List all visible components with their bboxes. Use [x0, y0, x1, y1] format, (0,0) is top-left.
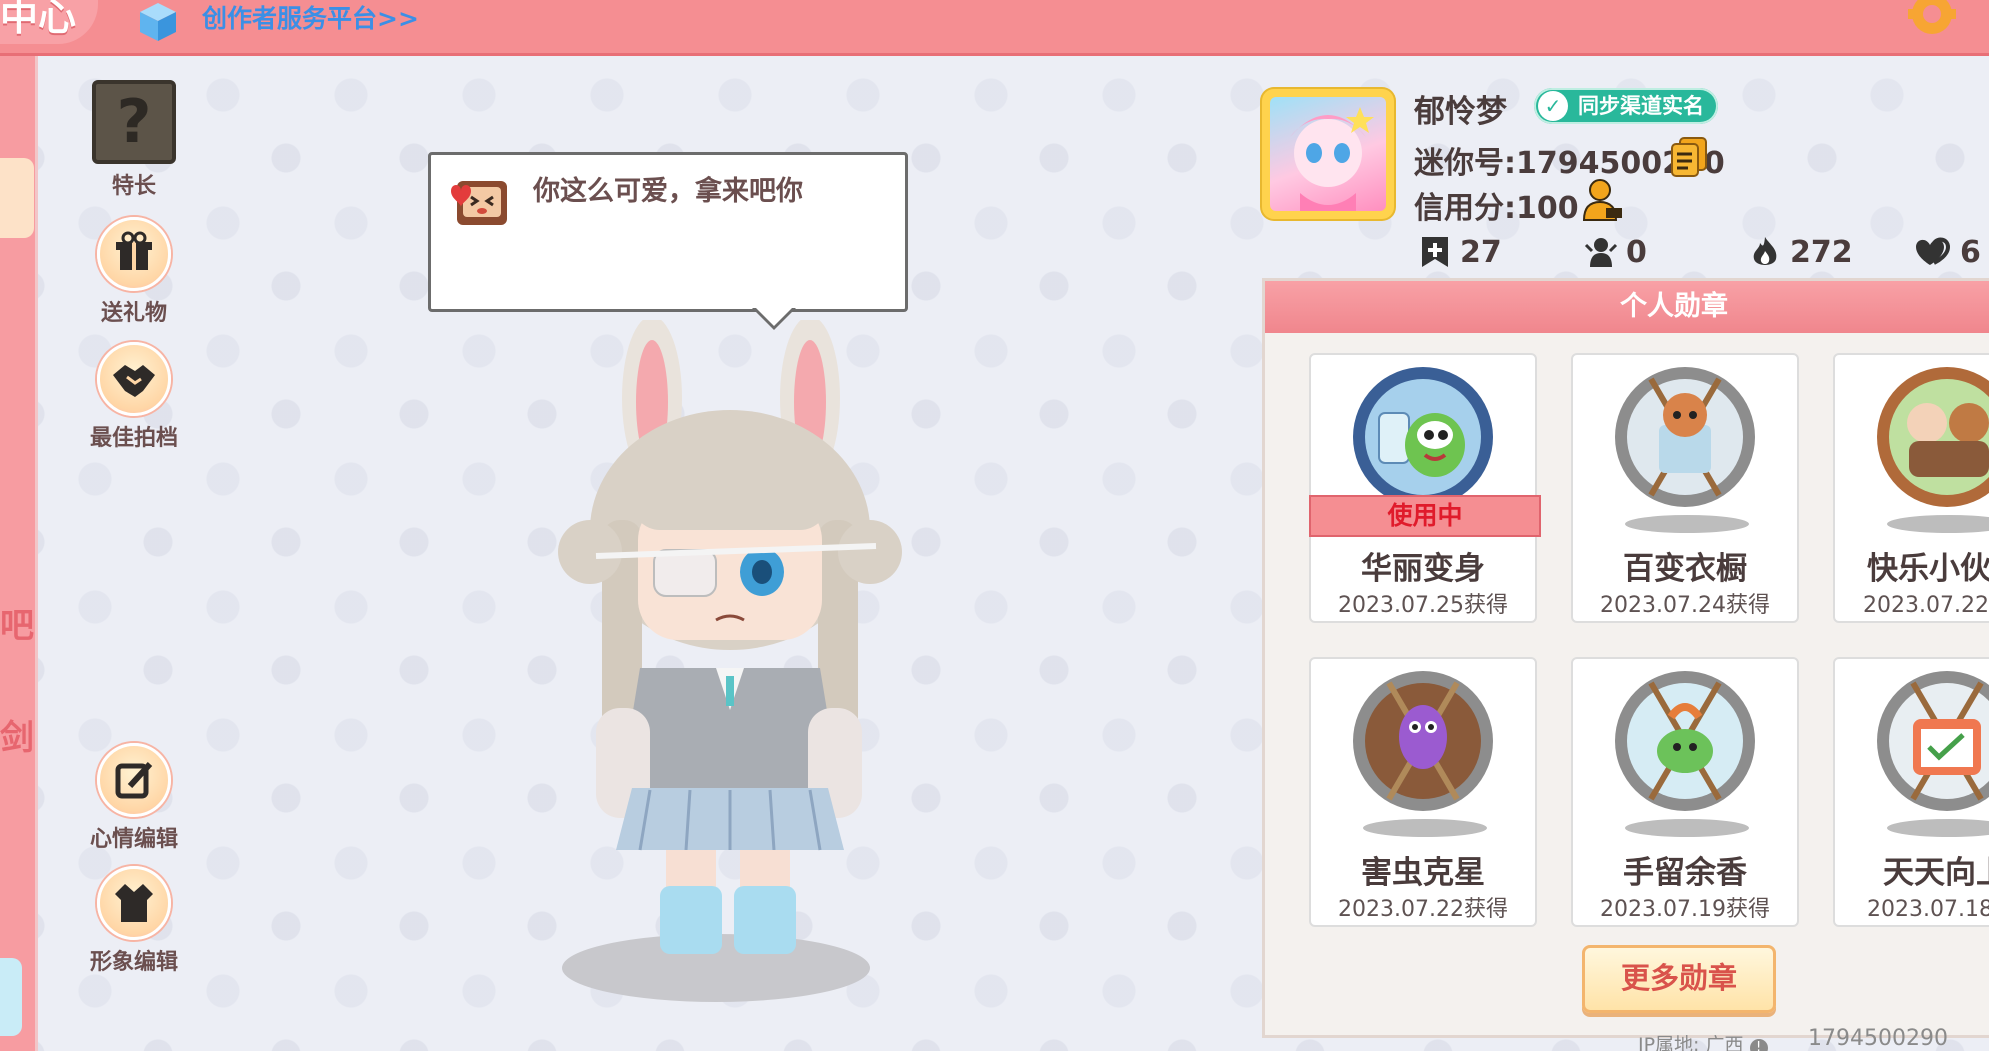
avatar-edit-label: 形象编辑: [89, 950, 178, 975]
handshake-icon: [97, 342, 171, 416]
medal-shadow: [1887, 515, 1989, 533]
cube-icon[interactable]: [136, 0, 180, 44]
medal-card[interactable]: 使用中 华丽变身 2023.07.25获得: [1309, 353, 1541, 623]
left-nav-char[interactable]: 剑: [0, 710, 34, 759]
medal-shadow: [1363, 819, 1487, 837]
in-use-tag: 使用中: [1309, 495, 1541, 537]
user-badge-icon[interactable]: [1582, 178, 1624, 222]
medal-date: 2023.07.22获: [1863, 593, 1989, 618]
realname-label: 同步渠道实名: [1578, 94, 1704, 118]
emote-icon: [451, 181, 507, 225]
realname-badge[interactable]: ✓ 同步渠道实名: [1534, 88, 1718, 124]
medal-card[interactable]: 手留余香 2023.07.19获得: [1571, 657, 1799, 927]
medal-name: 快乐小伙: [1867, 551, 1989, 587]
stat-likes: 6: [1912, 232, 1981, 272]
medal-name: 天天向上: [1883, 855, 1989, 891]
medal-shadow: [1625, 819, 1749, 837]
medal-date: 2023.07.22获得: [1338, 897, 1508, 922]
best-partner-button[interactable]: 最佳拍档: [64, 342, 204, 452]
best-partner-label: 最佳拍档: [89, 426, 178, 451]
nickname: 郁怜梦: [1414, 94, 1507, 130]
ip-location-text: IP属地: 广西: [1638, 1034, 1744, 1051]
medals-header: 个人勋章: [1265, 281, 1989, 333]
stat-popularity-value: 272: [1790, 234, 1853, 270]
gift-icon: [97, 217, 171, 291]
medal-name: 百变衣橱: [1623, 551, 1747, 587]
edit-icon: [97, 743, 171, 817]
stat-popularity: 272: [1748, 232, 1853, 272]
medals-panel: 个人勋章 使用中 华丽变身 2023.07.25获得 百变衣橱 2023.07.…: [1262, 278, 1989, 1038]
medal-name: 害虫克星: [1361, 855, 1485, 891]
question-icon: ?: [92, 80, 176, 164]
credit-score: 信用分:100: [1414, 191, 1579, 226]
creator-platform-link[interactable]: 创作者服务平台>>: [202, 2, 419, 36]
stat-fans: 0: [1584, 232, 1647, 272]
avatar-edit-button[interactable]: 形象编辑: [64, 866, 204, 976]
medal-name: 华丽变身: [1361, 551, 1485, 587]
medal-wardrobe-icon: [1615, 367, 1755, 507]
medal-shadow: [1625, 515, 1749, 533]
speech-bubble: 你这么可爱，拿来吧你: [428, 152, 908, 312]
outfit-icon: [97, 866, 171, 940]
plus-box-icon: [1422, 237, 1448, 267]
medal-card[interactable]: 害虫克星 2023.07.22获得: [1309, 657, 1537, 927]
medal-date: 2023.07.19获得: [1600, 897, 1770, 922]
specialty-button[interactable]: ? 特长: [64, 80, 204, 200]
medal-name: 手留余香: [1623, 855, 1747, 891]
copy-icon[interactable]: [1670, 136, 1708, 178]
profile-avatar[interactable]: [1262, 89, 1394, 219]
more-medals-button[interactable]: 更多勋章: [1582, 945, 1776, 1013]
speech-text: 你这么可爱，拿来吧你: [533, 176, 803, 207]
send-gift-label: 送礼物: [100, 301, 167, 326]
mood-edit-button[interactable]: 心情编辑: [64, 743, 204, 853]
top-bar: 中心 创作者服务平台>>: [0, 0, 1989, 56]
stat-likes-value: 6: [1960, 234, 1981, 270]
send-gift-button[interactable]: 送礼物: [64, 217, 204, 327]
medal-lingering-fragrance-icon: [1615, 671, 1755, 811]
flame-icon: [1753, 237, 1777, 265]
gear-icon[interactable]: [1904, 0, 1960, 46]
medal-gorgeous-transform-icon: [1353, 367, 1493, 507]
user-check-icon: ✓: [1538, 91, 1568, 121]
ip-location: IP属地: 广西 !: [1638, 1030, 1768, 1051]
specialty-label: 特长: [111, 174, 156, 199]
medal-daily-progress-icon: [1877, 671, 1989, 811]
stat-add: 27: [1418, 232, 1502, 272]
page-title: 中心: [0, 0, 99, 44]
footer-uid: 1794500290: [1808, 1026, 1948, 1051]
medal-card[interactable]: 百变衣橱 2023.07.24获得: [1571, 353, 1799, 623]
medal-pest-buster-icon: [1353, 671, 1493, 811]
avatar-image: [1270, 97, 1386, 211]
medal-shadow: [1887, 819, 1989, 837]
medal-happy-buddies-icon: [1877, 367, 1989, 507]
info-icon[interactable]: !: [1749, 1039, 1768, 1051]
left-nav-char[interactable]: 吧: [0, 598, 34, 647]
medal-card[interactable]: 天天向上 2023.07.18获: [1833, 657, 1989, 927]
left-nav-tab-active[interactable]: [0, 158, 34, 238]
hearts-icon: [1916, 237, 1951, 265]
fans-icon: [1584, 238, 1618, 267]
mood-edit-label: 心情编辑: [89, 827, 178, 852]
stat-fans-value: 0: [1626, 234, 1647, 270]
stat-add-value: 27: [1460, 234, 1502, 270]
medal-date: 2023.07.18获: [1867, 897, 1989, 922]
medal-card[interactable]: 快乐小伙 2023.07.22获: [1833, 353, 1989, 623]
player-avatar-figure[interactable]: [540, 320, 940, 1010]
medal-date: 2023.07.25获得: [1338, 593, 1508, 618]
left-nav-bottom-tab[interactable]: [0, 958, 22, 1036]
medal-date: 2023.07.24获得: [1600, 593, 1770, 618]
